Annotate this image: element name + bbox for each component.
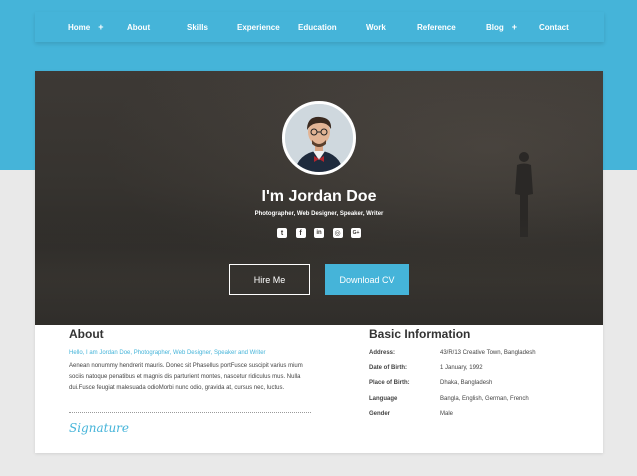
info-value: 1 January, 1992 bbox=[440, 365, 483, 371]
hire-me-button[interactable]: Hire Me bbox=[229, 264, 310, 295]
linkedin-icon[interactable]: in bbox=[314, 228, 324, 238]
nav-item-blog[interactable]: Blog + bbox=[486, 12, 517, 42]
about-body: Aenean nonummy hendrerit mauris. Donec s… bbox=[69, 363, 303, 391]
divider bbox=[69, 412, 311, 413]
nav-item-label: Skills bbox=[187, 22, 208, 32]
profile-photo bbox=[285, 104, 353, 172]
nav-item-work[interactable]: Work bbox=[366, 12, 386, 42]
info-row-date-of-birth: Date of Birth: 1 January, 1992 bbox=[369, 365, 599, 377]
info-row-language: Language Bangla, English, German, French bbox=[369, 396, 599, 408]
profile-tagline: Photographer, Web Designer, Speaker, Wri… bbox=[254, 211, 384, 217]
social-links: t f in ◎ G+ bbox=[277, 228, 361, 240]
info-value: Bangla, English, German, French bbox=[440, 396, 529, 402]
nav-item-label: Contact bbox=[539, 22, 569, 32]
instagram-icon[interactable]: ◎ bbox=[332, 228, 343, 238]
facebook-icon[interactable]: f bbox=[295, 228, 306, 238]
info-label: Place of Birth: bbox=[369, 380, 410, 386]
info-value: 43/R/13 Creative Town, Bangladesh bbox=[440, 350, 536, 356]
nav-item-about[interactable]: About bbox=[127, 12, 150, 42]
hero-section: I'm Jordan Doe Photographer, Web Designe… bbox=[35, 71, 603, 325]
nav-item-label: Home bbox=[68, 22, 91, 32]
about-title: About bbox=[69, 327, 104, 341]
main-nav: Home + About Skills Experience Education… bbox=[35, 12, 604, 42]
avatar bbox=[282, 101, 356, 175]
nav-item-label: About bbox=[127, 22, 151, 32]
info-label: Address: bbox=[369, 350, 396, 356]
nav-item-label: Work bbox=[366, 22, 386, 32]
info-label: Date of Birth: bbox=[369, 365, 407, 371]
about-intro: Hello, I am Jordan Doe, Photographer, We… bbox=[69, 350, 266, 356]
nav-item-label: Experience bbox=[237, 22, 280, 32]
info-value: Male bbox=[440, 411, 454, 417]
nav-item-label: Blog bbox=[486, 22, 504, 32]
info-value: Dhaka, Bangladesh bbox=[440, 380, 493, 386]
nav-item-label: Education bbox=[298, 22, 337, 32]
download-cv-button[interactable]: Download CV bbox=[325, 264, 409, 295]
nav-item-home[interactable]: Home + bbox=[68, 12, 104, 42]
nav-item-contact[interactable]: Contact bbox=[539, 12, 569, 42]
plus-icon: + bbox=[98, 22, 104, 32]
twitter-icon[interactable]: t bbox=[277, 228, 287, 238]
basic-info-title: Basic Information bbox=[369, 327, 471, 341]
nav-item-label: Reference bbox=[417, 22, 456, 32]
profile-name: I'm Jordan Doe bbox=[261, 188, 377, 205]
info-row-address: Address: 43/R/13 Creative Town, Banglade… bbox=[369, 350, 599, 362]
profile-card: I'm Jordan Doe Photographer, Web Designe… bbox=[35, 71, 603, 453]
google-plus-icon[interactable]: G+ bbox=[351, 228, 361, 238]
plus-icon: + bbox=[511, 22, 518, 32]
nav-item-reference[interactable]: Reference bbox=[417, 12, 456, 42]
nav-item-skills[interactable]: Skills bbox=[187, 12, 208, 42]
nav-item-education[interactable]: Education bbox=[298, 12, 337, 42]
signature: Signature bbox=[69, 421, 130, 435]
info-label: Language bbox=[369, 396, 398, 402]
info-row-gender: Gender Male bbox=[369, 411, 599, 423]
info-label: Gender bbox=[369, 411, 391, 417]
nav-item-experience[interactable]: Experience bbox=[237, 12, 280, 42]
info-row-place-of-birth: Place of Birth: Dhaka, Bangladesh bbox=[369, 380, 599, 392]
